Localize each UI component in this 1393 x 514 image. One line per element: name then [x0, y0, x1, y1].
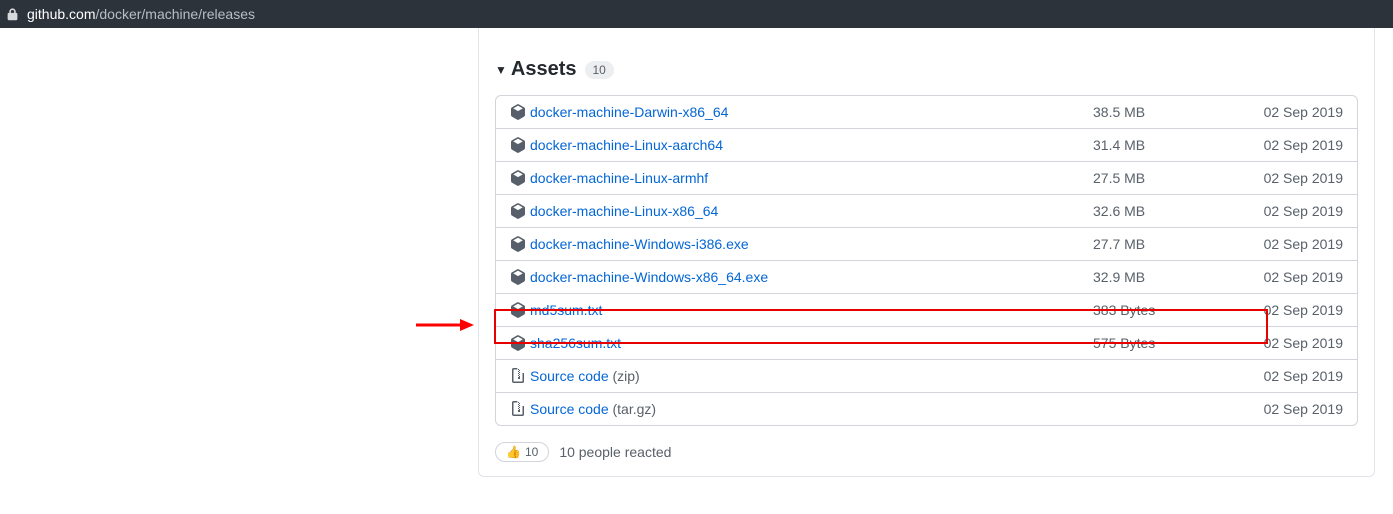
- assets-title: Assets: [511, 58, 577, 81]
- asset-row: docker-machine-Darwin-x86_64 38.5 MB02 Se…: [496, 96, 1357, 128]
- asset-link[interactable]: sha256sum.txt: [530, 335, 621, 351]
- package-icon: [510, 269, 526, 285]
- asset-date: 02 Sep 2019: [1253, 170, 1343, 186]
- asset-link[interactable]: Source code (tar.gz): [530, 401, 656, 417]
- asset-size: 31.4 MB: [1093, 137, 1253, 153]
- asset-size: 32.6 MB: [1093, 203, 1253, 219]
- file-zip-icon: [510, 368, 526, 384]
- asset-row: Source code (zip) 02 Sep 2019: [496, 359, 1357, 392]
- arrow-annotation: [414, 315, 474, 338]
- browser-address-bar[interactable]: github.com/docker/machine/releases: [0, 0, 1393, 28]
- file-zip-icon: [510, 401, 526, 417]
- asset-link[interactable]: docker-machine-Darwin-x86_64: [530, 104, 728, 120]
- asset-date: 02 Sep 2019: [1253, 269, 1343, 285]
- asset-size: 27.5 MB: [1093, 170, 1253, 186]
- reactions-bar: 👍 10 10 people reacted: [495, 442, 1358, 462]
- asset-size: 383 Bytes: [1093, 302, 1253, 318]
- url-path: /docker/machine/releases: [95, 6, 255, 22]
- asset-date: 02 Sep 2019: [1253, 203, 1343, 219]
- asset-size: 32.9 MB: [1093, 269, 1253, 285]
- asset-row: docker-machine-Linux-x86_64 32.6 MB02 Sep…: [496, 194, 1357, 227]
- package-icon: [510, 137, 526, 153]
- asset-link[interactable]: docker-machine-Linux-aarch64: [530, 137, 723, 153]
- asset-row: docker-machine-Linux-armhf 27.5 MB02 Sep …: [496, 161, 1357, 194]
- asset-link[interactable]: docker-machine-Windows-i386.exe: [530, 236, 749, 252]
- caret-down-icon: ▼: [495, 63, 507, 77]
- asset-size: 27.7 MB: [1093, 236, 1253, 252]
- asset-size: 38.5 MB: [1093, 104, 1253, 120]
- package-icon: [510, 104, 526, 120]
- asset-date: 02 Sep 2019: [1253, 236, 1343, 252]
- thumbs-up-count: 10: [525, 445, 538, 459]
- assets-count-badge: 10: [585, 61, 614, 79]
- archive-format-label: (zip): [609, 368, 640, 384]
- release-panel: ▼ Assets 10 docker-machine-Darwin-x86_64…: [478, 28, 1375, 477]
- package-icon: [510, 335, 526, 351]
- asset-link[interactable]: docker-machine-Windows-x86_64.exe: [530, 269, 768, 285]
- package-icon: [510, 236, 526, 252]
- package-icon: [510, 170, 526, 186]
- assets-header[interactable]: ▼ Assets 10: [479, 28, 1374, 95]
- asset-row: md5sum.txt 383 Bytes02 Sep 2019: [496, 293, 1357, 326]
- asset-date: 02 Sep 2019: [1253, 302, 1343, 318]
- thumbs-up-reaction[interactable]: 👍 10: [495, 442, 549, 462]
- asset-row: docker-machine-Windows-i386.exe 27.7 MB02…: [496, 227, 1357, 260]
- asset-link[interactable]: docker-machine-Linux-armhf: [530, 170, 708, 186]
- asset-date: 02 Sep 2019: [1253, 104, 1343, 120]
- assets-list: docker-machine-Darwin-x86_6438.5 MB02 Se…: [495, 95, 1358, 426]
- asset-date: 02 Sep 2019: [1253, 335, 1343, 351]
- asset-link[interactable]: Source code (zip): [530, 368, 640, 384]
- lock-icon: [6, 8, 19, 21]
- asset-row: docker-machine-Windows-x86_64.exe 32.9 MB…: [496, 260, 1357, 293]
- thumbs-up-icon: 👍: [506, 445, 521, 459]
- asset-date: 02 Sep 2019: [1253, 401, 1343, 417]
- asset-row: Source code (tar.gz) 02 Sep 2019: [496, 392, 1357, 425]
- package-icon: [510, 203, 526, 219]
- asset-size: 575 Bytes: [1093, 335, 1253, 351]
- url-host: github.com: [27, 6, 95, 22]
- asset-link[interactable]: md5sum.txt: [530, 302, 602, 318]
- asset-link[interactable]: docker-machine-Linux-x86_64: [530, 203, 718, 219]
- asset-date: 02 Sep 2019: [1253, 137, 1343, 153]
- archive-format-label: (tar.gz): [609, 401, 656, 417]
- package-icon: [510, 302, 526, 318]
- asset-date: 02 Sep 2019: [1253, 368, 1343, 384]
- asset-row: docker-machine-Linux-aarch64 31.4 MB02 Se…: [496, 128, 1357, 161]
- asset-row: sha256sum.txt 575 Bytes02 Sep 2019: [496, 326, 1357, 359]
- reaction-summary: 10 people reacted: [559, 444, 671, 460]
